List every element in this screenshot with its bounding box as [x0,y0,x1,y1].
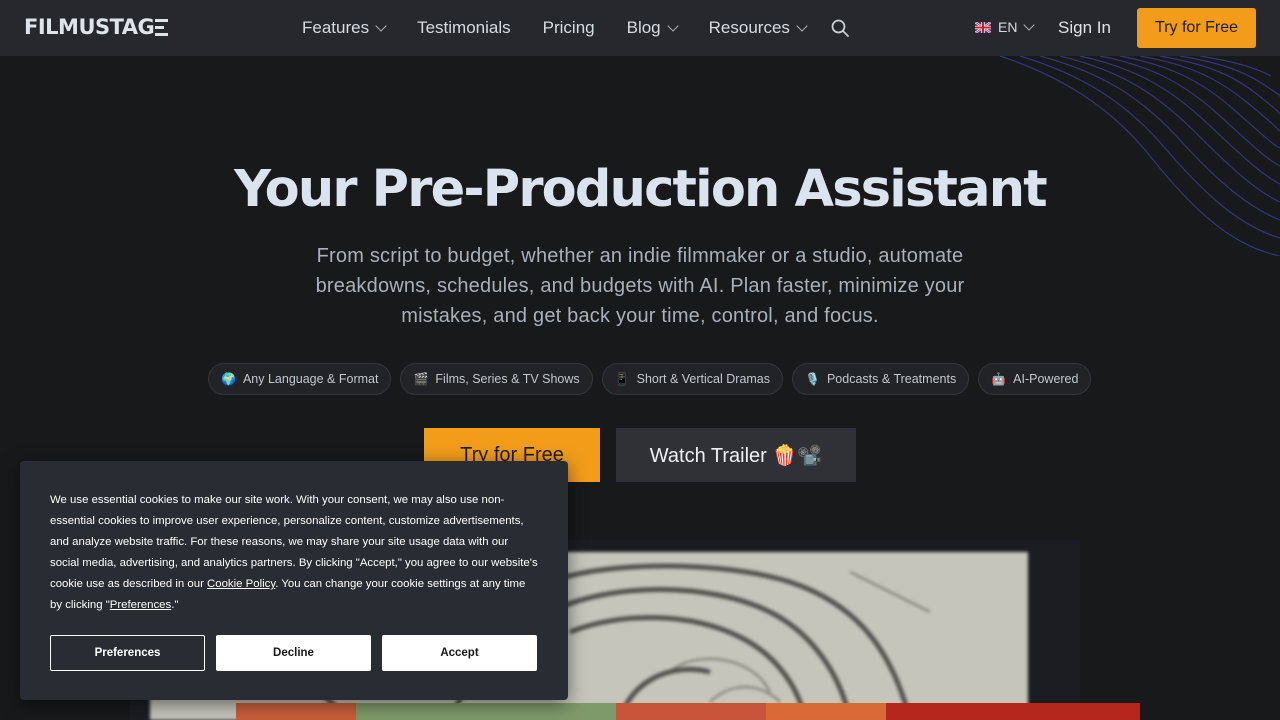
nav-resources[interactable]: Resources [708,18,808,38]
pill-label: Short & Vertical Dramas [636,372,771,386]
filmustage-logo[interactable]: FILMUSTAG [24,15,169,39]
clapperboard-icon: 🎬 [413,372,429,386]
cookie-preferences-link[interactable]: Preferences [110,599,171,611]
nav-features[interactable]: Features [302,18,387,38]
pill-label: Films, Series & TV Shows [435,372,580,386]
decorative-wave-lines [1000,56,1280,256]
chevron-down-icon [666,20,679,32]
hero-subtitle: From script to budget, whether an indie … [315,245,965,327]
nav-testimonials[interactable]: Testimonials [417,18,511,38]
language-selector[interactable]: EN [975,19,1036,35]
chevron-down-icon [375,20,387,32]
uk-flag-icon [975,21,991,33]
logo-text: FILMUSTAG [24,15,155,39]
top-navbar: FILMUSTAG Features Testimonials Pricing … [0,0,1280,56]
pill-label: Any Language & Format [242,372,379,386]
feature-pills: 🌍 Any Language & Format 🎬 Films, Series … [208,363,1100,395]
cookie-policy-link[interactable]: Cookie Policy [207,578,275,590]
watch-trailer-button[interactable]: Watch Trailer 🍿📽️ [616,428,856,482]
robot-icon: 🤖 [991,372,1007,386]
nav-links: Features Testimonials Pricing Blog Resou… [302,0,838,56]
pill-any-language: 🌍 Any Language & Format [208,363,392,395]
cookie-text-part-3: ." [171,599,179,611]
pill-short-vertical: 📱 Short & Vertical Dramas [601,363,784,395]
phone-icon: 📱 [614,372,630,386]
pill-podcasts: 🎙️ Podcasts & Treatments [792,363,970,395]
pill-ai-powered: 🤖 AI-Powered [978,363,1092,395]
nav-pricing-label: Pricing [542,18,595,37]
painting-image-edge [236,703,1140,720]
microphone-icon: 🎙️ [805,372,820,386]
nav-blog[interactable]: Blog [626,18,679,38]
pill-films-series: 🎬 Films, Series & TV Shows [400,363,593,395]
pill-label: AI-Powered [1013,372,1079,386]
cookie-consent-banner: We use essential cookies to make our sit… [20,461,568,700]
language-code: EN [998,19,1018,35]
nav-pricing[interactable]: Pricing [543,18,595,38]
nav-resources-label: Resources [708,18,790,37]
chevron-down-icon [1023,19,1036,31]
cookie-banner-text: We use essential cookies to make our sit… [50,490,540,616]
cookie-decline-button[interactable]: Decline [216,635,371,671]
try-for-free-nav-button[interactable]: Try for Free [1137,8,1256,48]
nav-blog-label: Blog [626,18,661,37]
pill-label: Podcasts & Treatments [826,372,957,386]
globe-icon: 🌍 [221,372,236,386]
hero-title: Your Pre-Production Assistant [234,160,1047,219]
chevron-down-icon [796,20,808,32]
logo-e-glyph [155,18,169,36]
cookie-preferences-button[interactable]: Preferences [50,635,205,671]
sign-in-link[interactable]: Sign In [1058,18,1111,38]
cookie-text-part-1: We use essential cookies to make our sit… [50,494,538,590]
search-icon[interactable] [831,19,849,37]
nav-testimonials-label: Testimonials [417,18,511,37]
nav-features-label: Features [302,18,370,37]
cookie-accept-button[interactable]: Accept [382,635,537,671]
